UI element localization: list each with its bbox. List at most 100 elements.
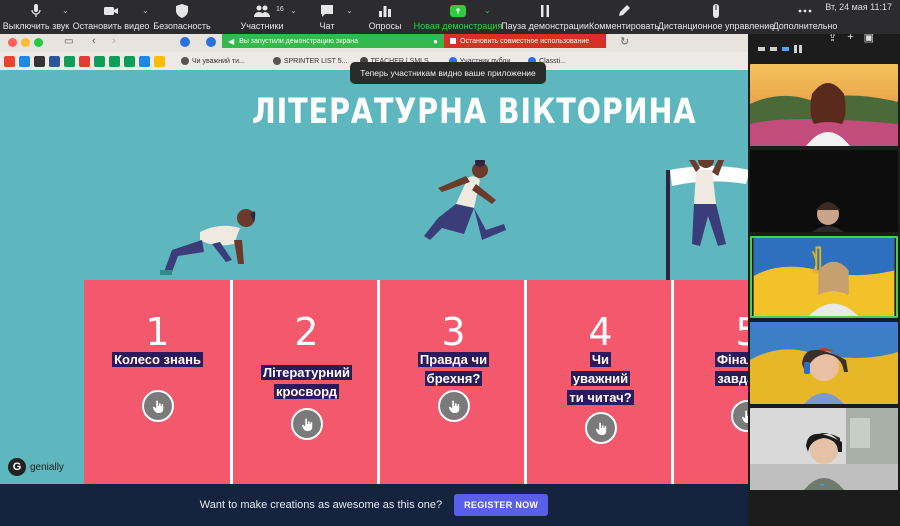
cta-bar: Want to make creations as awesome as thi… — [0, 484, 748, 526]
pause-share-button[interactable]: Пауза демонстрации — [501, 0, 589, 34]
strip-view-icon[interactable] — [782, 47, 789, 51]
drive-icon[interactable] — [154, 55, 165, 67]
cta-text: Want to make creations as awesome as thi… — [199, 499, 443, 511]
open-card-button[interactable] — [141, 390, 174, 422]
stop-share-text: Остановить совместное использование — [460, 37, 590, 45]
minimize-icon[interactable] — [758, 47, 765, 51]
sidebar-toggle-icon[interactable]: ▭ — [64, 36, 73, 47]
security-button[interactable]: Безопасность — [150, 0, 214, 34]
video-camera-icon — [104, 7, 118, 15]
participant-panel: ⌄ — [748, 34, 900, 526]
docs-icon[interactable] — [139, 55, 150, 67]
minimize-window-icon[interactable] — [21, 38, 30, 47]
polls-button[interactable]: Опросы — [360, 0, 410, 34]
card-label: Правда чи брехня? — [380, 350, 527, 388]
chevron-down-icon[interactable]: ⌄ — [290, 6, 297, 15]
annotate-button[interactable]: Комментировать — [588, 0, 660, 34]
card-label: Колесо знань — [84, 350, 231, 369]
card-label-text: Правда чи брехня? — [417, 352, 490, 386]
genially-g-icon: G — [8, 458, 26, 476]
chat-button[interactable]: Чат ⌄ — [300, 0, 354, 34]
genially-logo[interactable]: G genially — [8, 458, 64, 476]
video-feed — [750, 150, 898, 232]
reload-icon[interactable]: ↻ — [620, 35, 629, 48]
scroll-down-icon[interactable]: ⌄ — [818, 478, 826, 489]
slide-title: ЛІТЕРАТУРНА ВІКТОРИНА — [251, 92, 697, 132]
chevron-down-icon[interactable]: ⌄ — [62, 6, 69, 15]
forward-icon[interactable]: › — [112, 35, 116, 47]
bookmark-icon[interactable] — [34, 55, 45, 67]
close-window-icon[interactable] — [8, 38, 17, 47]
open-card-button[interactable] — [731, 400, 748, 432]
video-feed — [750, 64, 898, 146]
card-number: 3 — [441, 310, 466, 354]
card-label-text: Чи уважний ти читач? — [567, 352, 634, 405]
remote-control-button[interactable]: Дистанционное управление — [657, 0, 775, 34]
card-label-text: Літературний кросворд — [260, 365, 353, 399]
chevron-down-icon[interactable]: ⌄ — [346, 6, 353, 15]
stop-video-label: Остановить видео — [72, 21, 150, 31]
pointer-hand-icon — [741, 410, 748, 423]
runners-illustration — [160, 160, 748, 285]
video-tile-2[interactable] — [750, 150, 898, 232]
security-label: Безопасность — [153, 21, 211, 31]
mute-button[interactable]: Выключить звук ⌄ — [0, 0, 72, 34]
stop-video-button[interactable]: Остановить видео ⌄ — [72, 0, 150, 34]
open-card-button[interactable] — [290, 408, 323, 440]
extension-icon[interactable] — [206, 37, 216, 47]
pointer-hand-icon — [301, 418, 312, 431]
speaker-view-icon[interactable] — [770, 47, 777, 51]
more-label: Дополнительно — [772, 21, 838, 31]
participants-label: Участники — [240, 21, 284, 31]
classroom-icon[interactable] — [64, 55, 75, 67]
pause-share-label: Пауза демонстрации — [501, 21, 589, 31]
card-number: 4 — [588, 310, 613, 354]
gallery-view-icon[interactable] — [794, 45, 802, 53]
participants-button[interactable]: 16 Участники ⌄ — [228, 0, 297, 34]
running-runner — [424, 160, 506, 240]
open-card-button[interactable] — [437, 390, 470, 422]
pause-icon — [541, 5, 549, 17]
shield-check-icon: ● — [433, 36, 438, 46]
sheets-icon[interactable] — [124, 55, 135, 67]
remote-control-label: Дистанционное управление — [657, 21, 775, 31]
maximize-window-icon[interactable] — [34, 38, 43, 47]
gmail-icon[interactable] — [4, 55, 15, 67]
card-label: Фінальне завдання — [674, 350, 748, 388]
polls-label: Опросы — [368, 21, 402, 31]
video-feed — [750, 322, 898, 404]
privacy-icon — [180, 37, 190, 47]
participants-count: 16 — [276, 6, 284, 13]
new-share-button[interactable]: Новая демонстрация ⌄ — [414, 0, 502, 34]
video-tile-3[interactable] — [750, 236, 898, 318]
chat-label: Чат — [319, 21, 335, 31]
tab-sprinter-list[interactable]: SPRINTER LIST 5... — [269, 57, 352, 65]
remote-control-icon — [713, 4, 719, 18]
stop-share-button[interactable]: Остановить совместное использование — [444, 34, 606, 48]
bookmark-icon[interactable] — [19, 55, 30, 67]
share-screen-icon — [450, 5, 466, 17]
video-tile-4[interactable] — [750, 322, 898, 404]
sheets-icon[interactable] — [94, 55, 105, 67]
card-label-text: Фінальне завдання — [714, 352, 748, 386]
card-number: 2 — [294, 310, 319, 354]
tab-attentive-reader[interactable]: Чи уважний ти... — [177, 57, 249, 65]
sheets-icon[interactable] — [109, 55, 120, 67]
genially-brand: genially — [30, 461, 64, 473]
more-icon — [798, 9, 812, 13]
page-icon — [181, 57, 189, 65]
share-tooltip: Теперь участникам видно ваше приложение — [350, 62, 546, 84]
bookmark-icon[interactable] — [79, 55, 90, 67]
card-label-text: Колесо знань — [112, 352, 203, 367]
pointer-hand-icon — [152, 400, 163, 413]
video-tile-1[interactable] — [750, 64, 898, 146]
register-button[interactable]: REGISTER NOW — [454, 494, 549, 516]
annotate-icon — [619, 5, 630, 16]
mute-label: Выключить звук — [2, 21, 70, 31]
chevron-down-icon[interactable]: ⌄ — [142, 6, 149, 15]
chevron-down-icon[interactable]: ⌄ — [484, 6, 491, 15]
crouching-runner — [160, 209, 256, 275]
word-icon[interactable] — [49, 55, 60, 67]
open-card-button[interactable] — [584, 412, 617, 444]
back-icon[interactable]: ‹ — [92, 35, 96, 47]
